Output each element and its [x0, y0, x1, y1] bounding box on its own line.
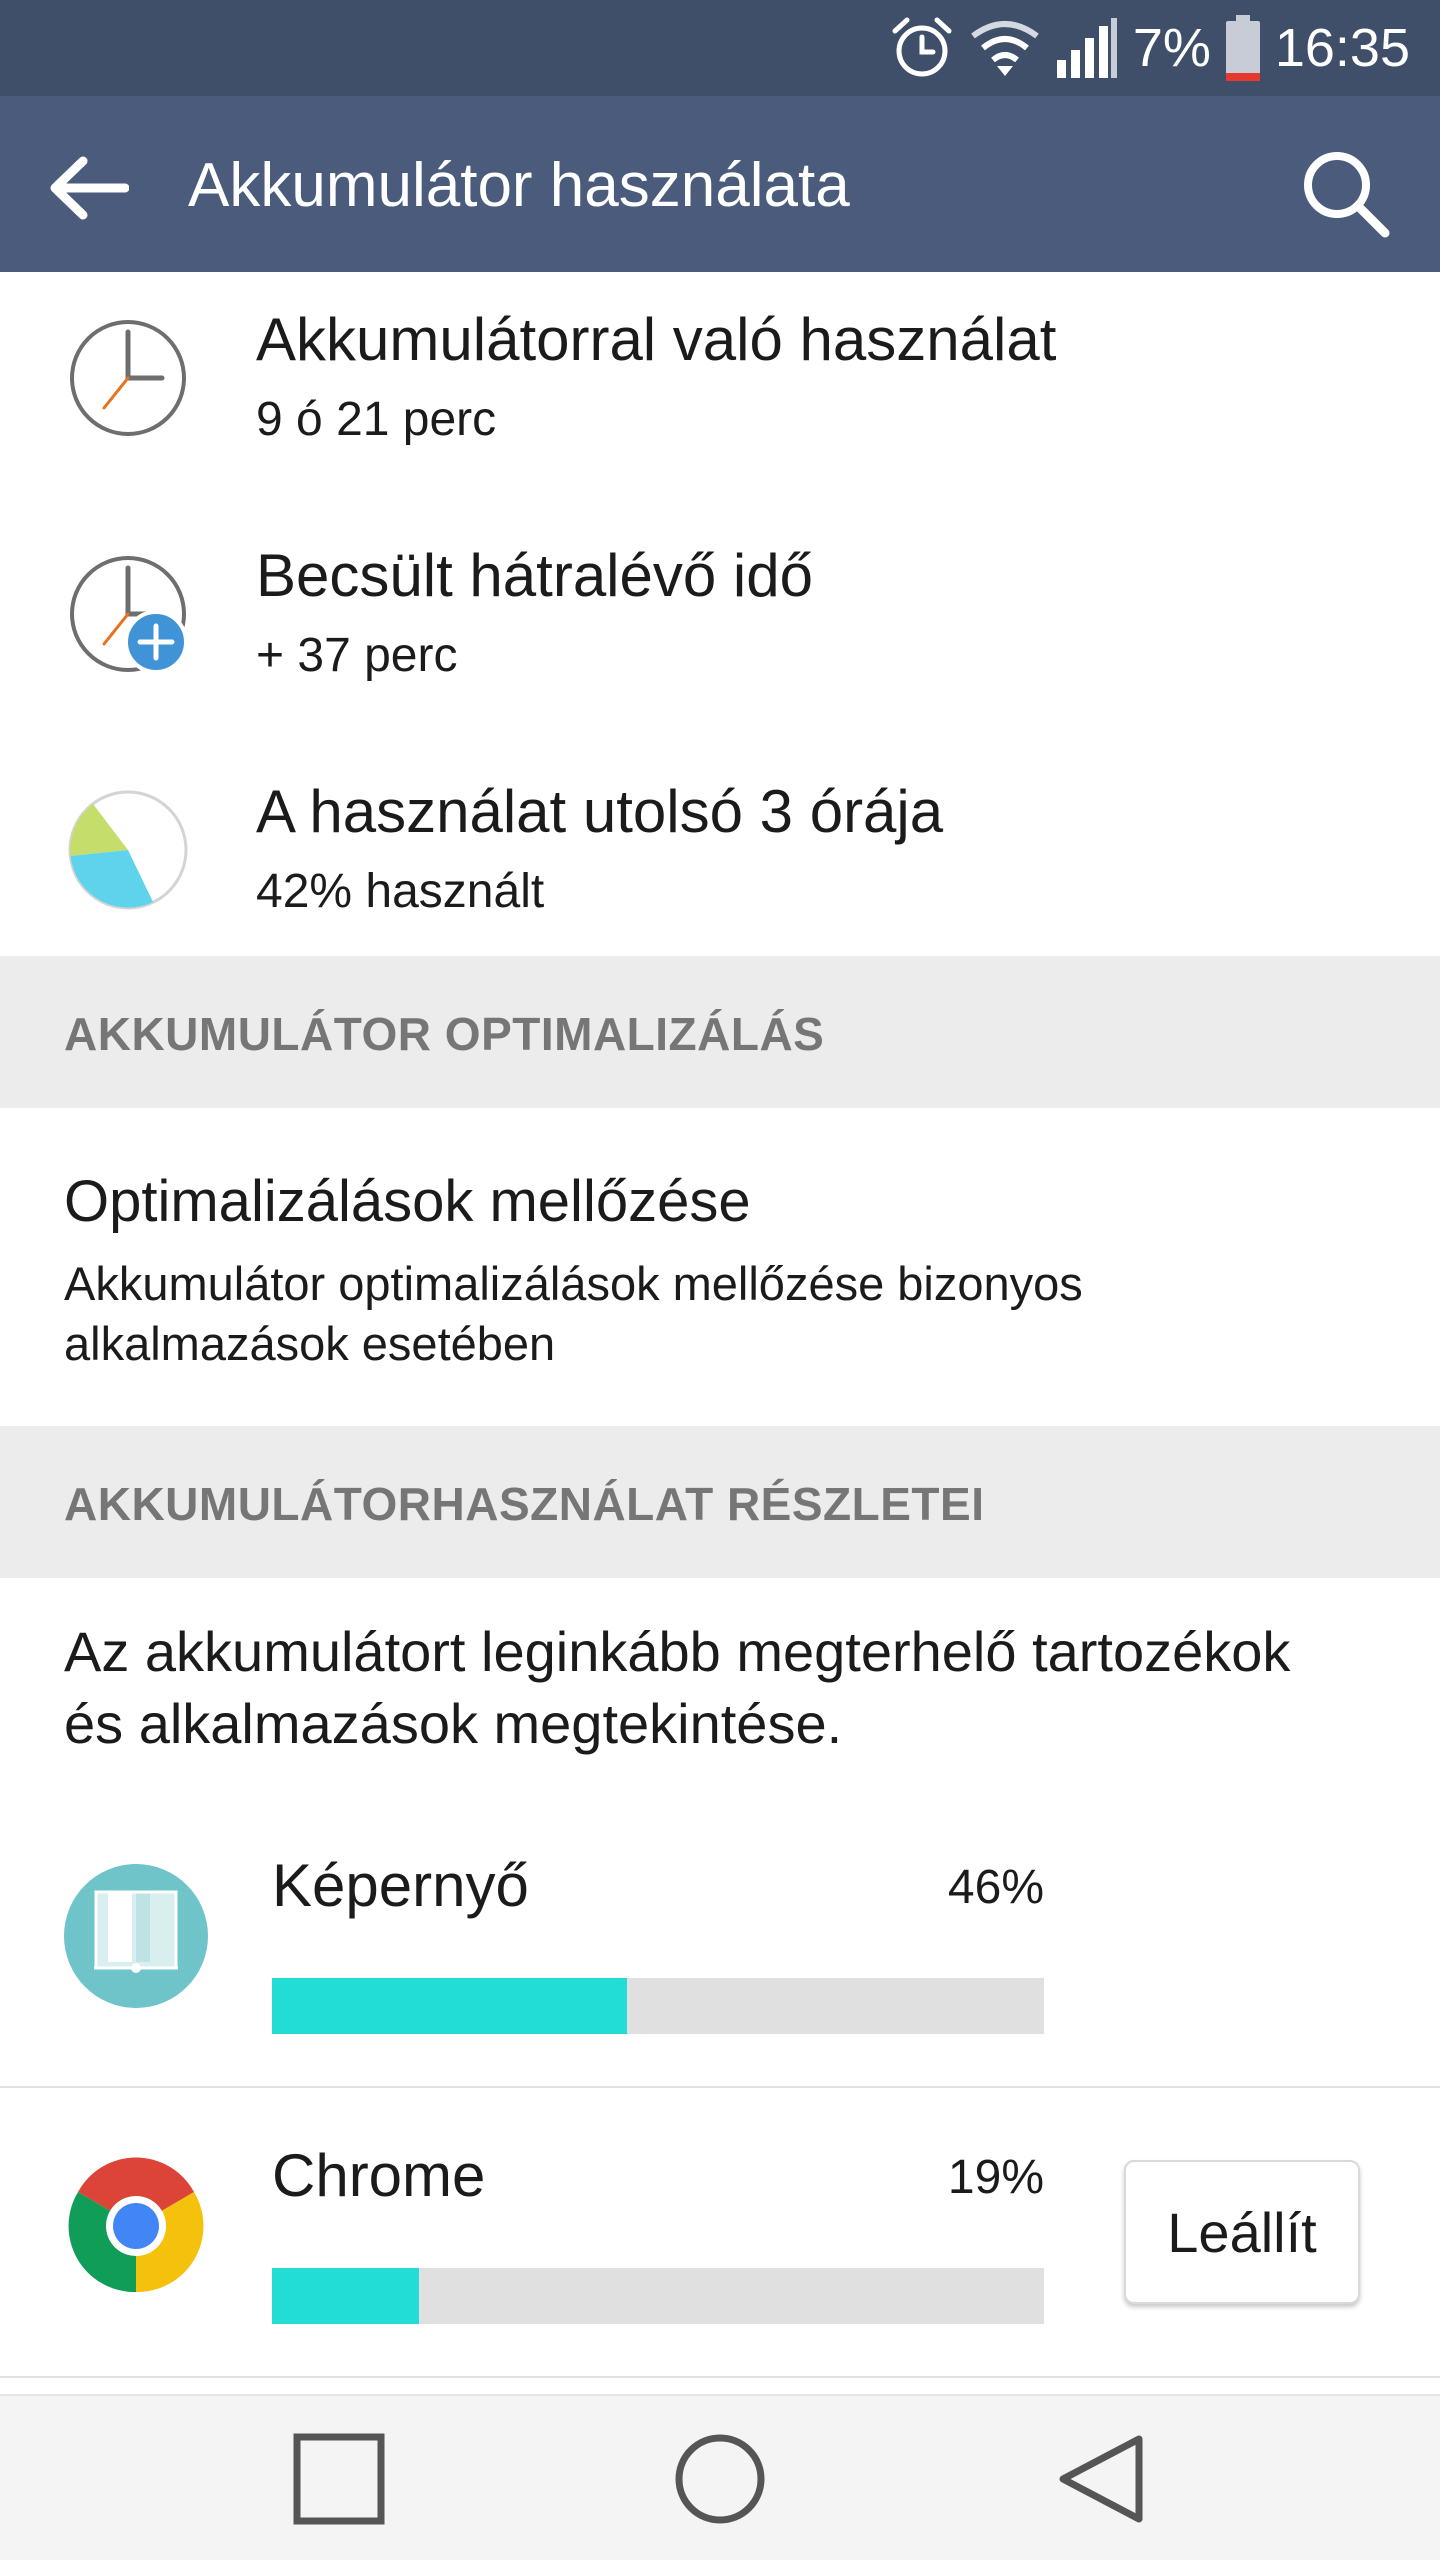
- usage-item-percent: 46%: [947, 1861, 1044, 1914]
- summary-title: Becsült hátralévő idő: [256, 542, 813, 609]
- usage-item-name: Chrome: [272, 2142, 486, 2209]
- ignore-optimizations-description: Akkumulátor optimalizálások mellőzése bi…: [64, 1257, 1083, 1370]
- section-header-details: AKKUMULÁTORHASZNÁLAT RÉSZLETEI: [0, 1426, 1440, 1578]
- usage-bar-fill: [272, 1978, 628, 2034]
- signal-icon: [1056, 18, 1117, 78]
- usage-item-chrome[interactable]: Chrome 19% Leállít: [0, 2088, 1440, 2378]
- section-header-optimization: AKKUMULÁTOR OPTIMALIZÁLÁS: [0, 956, 1440, 1108]
- usage-bar-track: [272, 2268, 1044, 2324]
- summary-remaining-time[interactable]: Becsült hátralévő idő + 37 perc: [0, 508, 1440, 744]
- battery-percent: 7%: [1132, 18, 1211, 78]
- wifi-icon: [971, 21, 1039, 76]
- usage-item-name: Képernyő: [272, 1852, 529, 1919]
- ignore-optimizations-item[interactable]: Optimalizálások mellőzése Akkumulátor op…: [0, 1108, 1440, 1426]
- details-intro: Az akkumulátort leginkább megterhelő tar…: [64, 1620, 1291, 1755]
- battery-icon: [1225, 15, 1260, 81]
- back-nav-button[interactable]: [1036, 2414, 1166, 2544]
- force-stop-button[interactable]: Leállít: [1124, 2160, 1360, 2304]
- home-button[interactable]: [655, 2414, 785, 2544]
- usage-item-percent: 19%: [947, 2151, 1044, 2204]
- page-title: Akkumulátor használata: [188, 151, 850, 220]
- summary-subtitle: 9 ó 21 perc: [256, 393, 497, 446]
- pie-chart-icon: [68, 790, 188, 910]
- usage-bar-fill: [272, 2268, 419, 2324]
- summary-battery-usage[interactable]: Akkumulátorral való használat 9 ó 21 per…: [0, 272, 1440, 508]
- recent-apps-button[interactable]: [274, 2414, 404, 2544]
- back-button[interactable]: [40, 140, 136, 236]
- summary-subtitle: + 37 perc: [256, 629, 458, 682]
- search-icon: [1304, 152, 1390, 238]
- summary-last-3-hours[interactable]: A használat utolsó 3 órája 42% használt: [0, 744, 1440, 980]
- section-header-label: AKKUMULÁTOR OPTIMALIZÁLÁS: [64, 1008, 825, 1060]
- recent-apps-icon: [293, 2433, 385, 2525]
- app-bar: Akkumulátor használata: [0, 96, 1440, 272]
- chrome-icon: [68, 2157, 204, 2293]
- usage-bar-track: [272, 1978, 1044, 2034]
- screen-icon: [64, 1864, 208, 2008]
- navigation-bar: [0, 2394, 1440, 2560]
- arrow-back-icon: [50, 156, 129, 220]
- status-bar: 7% 16:35: [0, 0, 1440, 96]
- section-header-label: AKKUMULÁTORHASZNÁLAT RÉSZLETEI: [64, 1478, 985, 1530]
- clock-plus-icon: [70, 556, 188, 674]
- ignore-optimizations-title: Optimalizálások mellőzése: [64, 1169, 751, 1234]
- back-icon: [1059, 2435, 1143, 2523]
- summary-title: Akkumulátorral való használat: [256, 306, 1057, 373]
- summary-subtitle: 42% használt: [256, 865, 545, 918]
- usage-item-screen[interactable]: Képernyő 46%: [0, 1798, 1440, 2088]
- status-icons: 7% 16:35: [889, 0, 1410, 96]
- status-time: 16:35: [1274, 18, 1410, 78]
- clock-icon: [70, 320, 186, 436]
- alarm-icon: [892, 17, 952, 77]
- home-icon: [675, 2434, 765, 2524]
- search-button[interactable]: [1290, 138, 1400, 248]
- summary-title: A használat utolsó 3 órája: [256, 778, 944, 845]
